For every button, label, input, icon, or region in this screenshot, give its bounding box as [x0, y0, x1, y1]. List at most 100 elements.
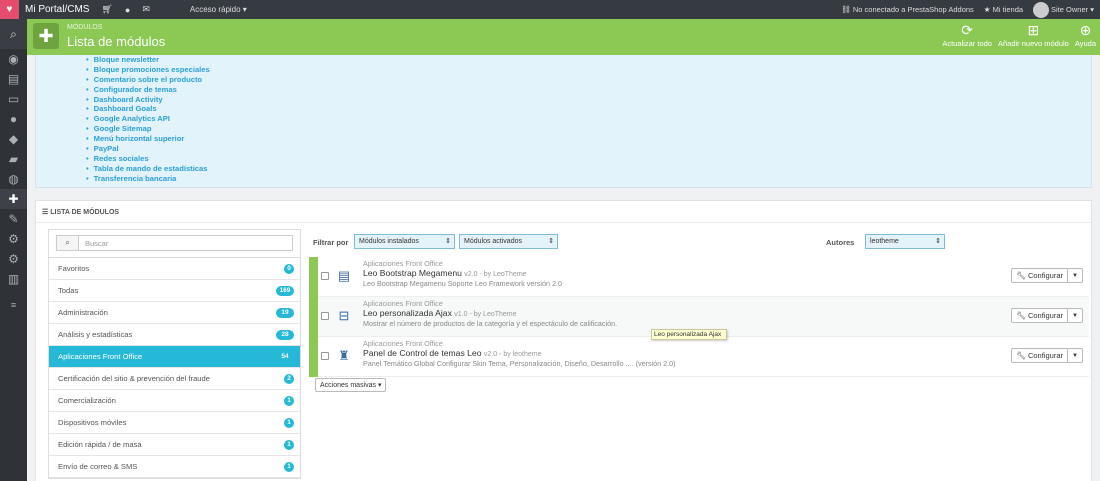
configure-button[interactable]: 🔧︎ Configurar [1012, 269, 1068, 282]
module-link[interactable]: Dashboard Goals [86, 104, 210, 114]
configure-dropdown-toggle[interactable]: ▼ [1068, 309, 1082, 322]
module-link[interactable]: Google Sitemap [86, 124, 210, 134]
cart-icon[interactable]: 🛒︎ [101, 4, 112, 15]
category-item[interactable]: Dispositivos móviles 1 [49, 412, 300, 434]
user-menu[interactable]: Site Owner ▾ [1033, 1, 1094, 18]
configure-button[interactable]: 🔧︎ Configurar [1012, 309, 1068, 322]
help-button[interactable]: ⊕ Ayuda [1075, 21, 1096, 48]
customers-nav-icon[interactable]: ● [0, 109, 27, 129]
configure-dropdown-toggle[interactable]: ▼ [1068, 349, 1082, 362]
category-list: ⌕ Buscar Favoritos 0 Todas 169 Administració… [48, 229, 301, 479]
enabled-indicator [309, 337, 318, 377]
update-all-button[interactable]: ⟳ Actualizar todo [942, 21, 992, 48]
authors-select[interactable]: leotheme [865, 234, 945, 249]
module-link[interactable]: Google Analytics API [86, 114, 210, 124]
category-item[interactable]: Certificación del sitio & prevención del… [49, 368, 300, 390]
module-link[interactable]: Dashboard Activity [86, 95, 210, 105]
category-count-badge: 169 [276, 285, 294, 296]
localization-icon[interactable]: ◍ [0, 169, 27, 189]
category-count-badge: 19 [276, 307, 294, 318]
messages-icon[interactable]: ✉ [142, 4, 150, 15]
category-item[interactable]: Favoritos 0 [49, 258, 300, 280]
ajax-module-icon: ⊟ [338, 308, 350, 323]
shop-name[interactable]: Mi Portal/CMS [25, 4, 89, 15]
category-count-badge: 2 [284, 373, 294, 384]
module-link[interactable]: Tabla de mando de estadísticas [86, 164, 210, 174]
module-checkbox[interactable] [321, 272, 329, 280]
bulk-actions-button[interactable]: Acciones masivas ▾ [315, 378, 387, 392]
catalog-icon[interactable]: ▤ [0, 69, 27, 89]
category-label: Aplicaciones Front Office [58, 352, 143, 361]
category-count-badge: 1 [284, 439, 294, 450]
main-content: Bloque newsletterBloque promociones espe… [27, 55, 1100, 481]
enabled-indicator [309, 297, 318, 337]
collapse-menu-icon[interactable]: ≡ [0, 295, 27, 315]
category-item[interactable]: Aplicaciones Front Office 54 [49, 346, 300, 368]
search-input[interactable]: ⌕ Buscar [56, 235, 293, 251]
module-version: v2.0 - by leotheme [483, 351, 542, 358]
module-link[interactable]: Comentario sobre el producto [86, 75, 210, 85]
administration-icon[interactable]: ⚙ [0, 249, 27, 269]
category-item[interactable]: Edición rápida / de masa 1 [49, 434, 300, 456]
module-name: Panel de Control de temas Leo v2.0 - by … [363, 348, 541, 358]
module-link[interactable]: Menú horizontal superior [86, 134, 210, 144]
category-item[interactable]: Envío de correo & SMS 1 [49, 456, 300, 478]
breadcrumb[interactable]: Módulos [67, 24, 102, 31]
category-label: Certificación del sitio & prevención del… [58, 374, 210, 383]
module-link[interactable]: Redes sociales [86, 154, 210, 164]
enabled-filter-select[interactable]: Módulos activados [459, 234, 558, 249]
category-count-badge: 54 [281, 353, 289, 360]
sidebar: ⌕ ◉ ▤ ▭ ● ◆ ▰ ◍ ✚ ✎ ⚙ ⚙ ▥ ≡ [0, 19, 27, 481]
divider [36, 222, 1091, 223]
module-name: Leo personalizada Ajax v1.0 - by LeoThem… [363, 308, 517, 318]
orders-icon[interactable]: ▭ [0, 89, 27, 109]
module-category: Aplicaciones Front Office [363, 259, 443, 268]
configure-button[interactable]: 🔧︎ Configurar [1012, 349, 1068, 362]
panel-heading: ☰ Lista de módulos [42, 208, 119, 216]
prestashop-logo-icon[interactable]: ♥ [0, 0, 19, 19]
module-link[interactable]: Bloque newsletter [86, 55, 210, 65]
quick-access-menu[interactable]: Acceso rápido ▾ [190, 5, 247, 14]
module-version: v1.0 - by LeoTheme [454, 311, 517, 318]
category-item[interactable]: Comercialización 1 [49, 390, 300, 412]
add-module-button[interactable]: ⊞ Añadir nuevo módulo [998, 21, 1069, 48]
addons-status-link[interactable]: ⛓ No conectado a PrestaShop Addons [841, 5, 974, 14]
module-checkbox[interactable] [321, 312, 329, 320]
module-link-list: Bloque newsletterBloque promociones espe… [86, 55, 210, 184]
add-module-label: Añadir nuevo módulo [997, 39, 1069, 48]
module-link[interactable]: Transferencia bancaria [86, 174, 210, 184]
megamenu-icon: ▤ [337, 268, 351, 283]
module-link[interactable]: Bloque promociones especiales [86, 65, 210, 75]
customers-icon[interactable]: ● [125, 5, 130, 15]
installed-filter-select[interactable]: Módulos instalados [354, 234, 455, 249]
module-link[interactable]: PayPal [86, 144, 210, 154]
category-item[interactable]: Administración 19 [49, 302, 300, 324]
category-label: Administración [58, 308, 108, 317]
category-item[interactable]: Análisis y estadísticas 28 [49, 324, 300, 346]
top-bar: ♥ Mi Portal/CMS 🛒︎ ● ✉ Acceso rápido ▾ ⛓… [0, 0, 1100, 19]
category-item[interactable]: Todas 169 [49, 280, 300, 302]
module-links-panel: Bloque newsletterBloque promociones espe… [35, 55, 1092, 188]
search-icon[interactable]: ⌕ [57, 236, 79, 250]
avatar [1033, 1, 1050, 18]
stats-icon[interactable]: ▥ [0, 269, 27, 289]
module-list-panel: ☰ Lista de módulos ⌕ Buscar Favoritos 0 To… [35, 200, 1092, 481]
category-count-badge: 1 [284, 461, 294, 472]
category-label: Dispositivos móviles [58, 418, 127, 427]
category-count-badge: 1 [284, 417, 294, 428]
module-link[interactable]: Configurador de temas [86, 85, 210, 95]
my-store-link[interactable]: ★ Mi tienda [984, 5, 1023, 14]
configure-dropdown-toggle[interactable]: ▼ [1068, 269, 1082, 282]
module-category: Aplicaciones Front Office [363, 299, 443, 308]
puzzle-icon: ✚ [33, 23, 59, 49]
module-checkbox[interactable] [321, 352, 329, 360]
module-category: Aplicaciones Front Office [363, 339, 443, 348]
category-count-badge: 1 [284, 395, 294, 406]
shipping-icon[interactable]: ▰ [0, 149, 27, 169]
dashboard-icon[interactable]: ◉ [0, 49, 27, 69]
price-rules-icon[interactable]: ◆ [0, 129, 27, 149]
advanced-params-icon[interactable]: ⚙ [0, 229, 27, 249]
modules-icon[interactable]: ✚ [0, 189, 27, 209]
sidebar-search-icon[interactable]: ⌕ [0, 19, 27, 49]
preferences-icon[interactable]: ✎ [0, 209, 27, 229]
